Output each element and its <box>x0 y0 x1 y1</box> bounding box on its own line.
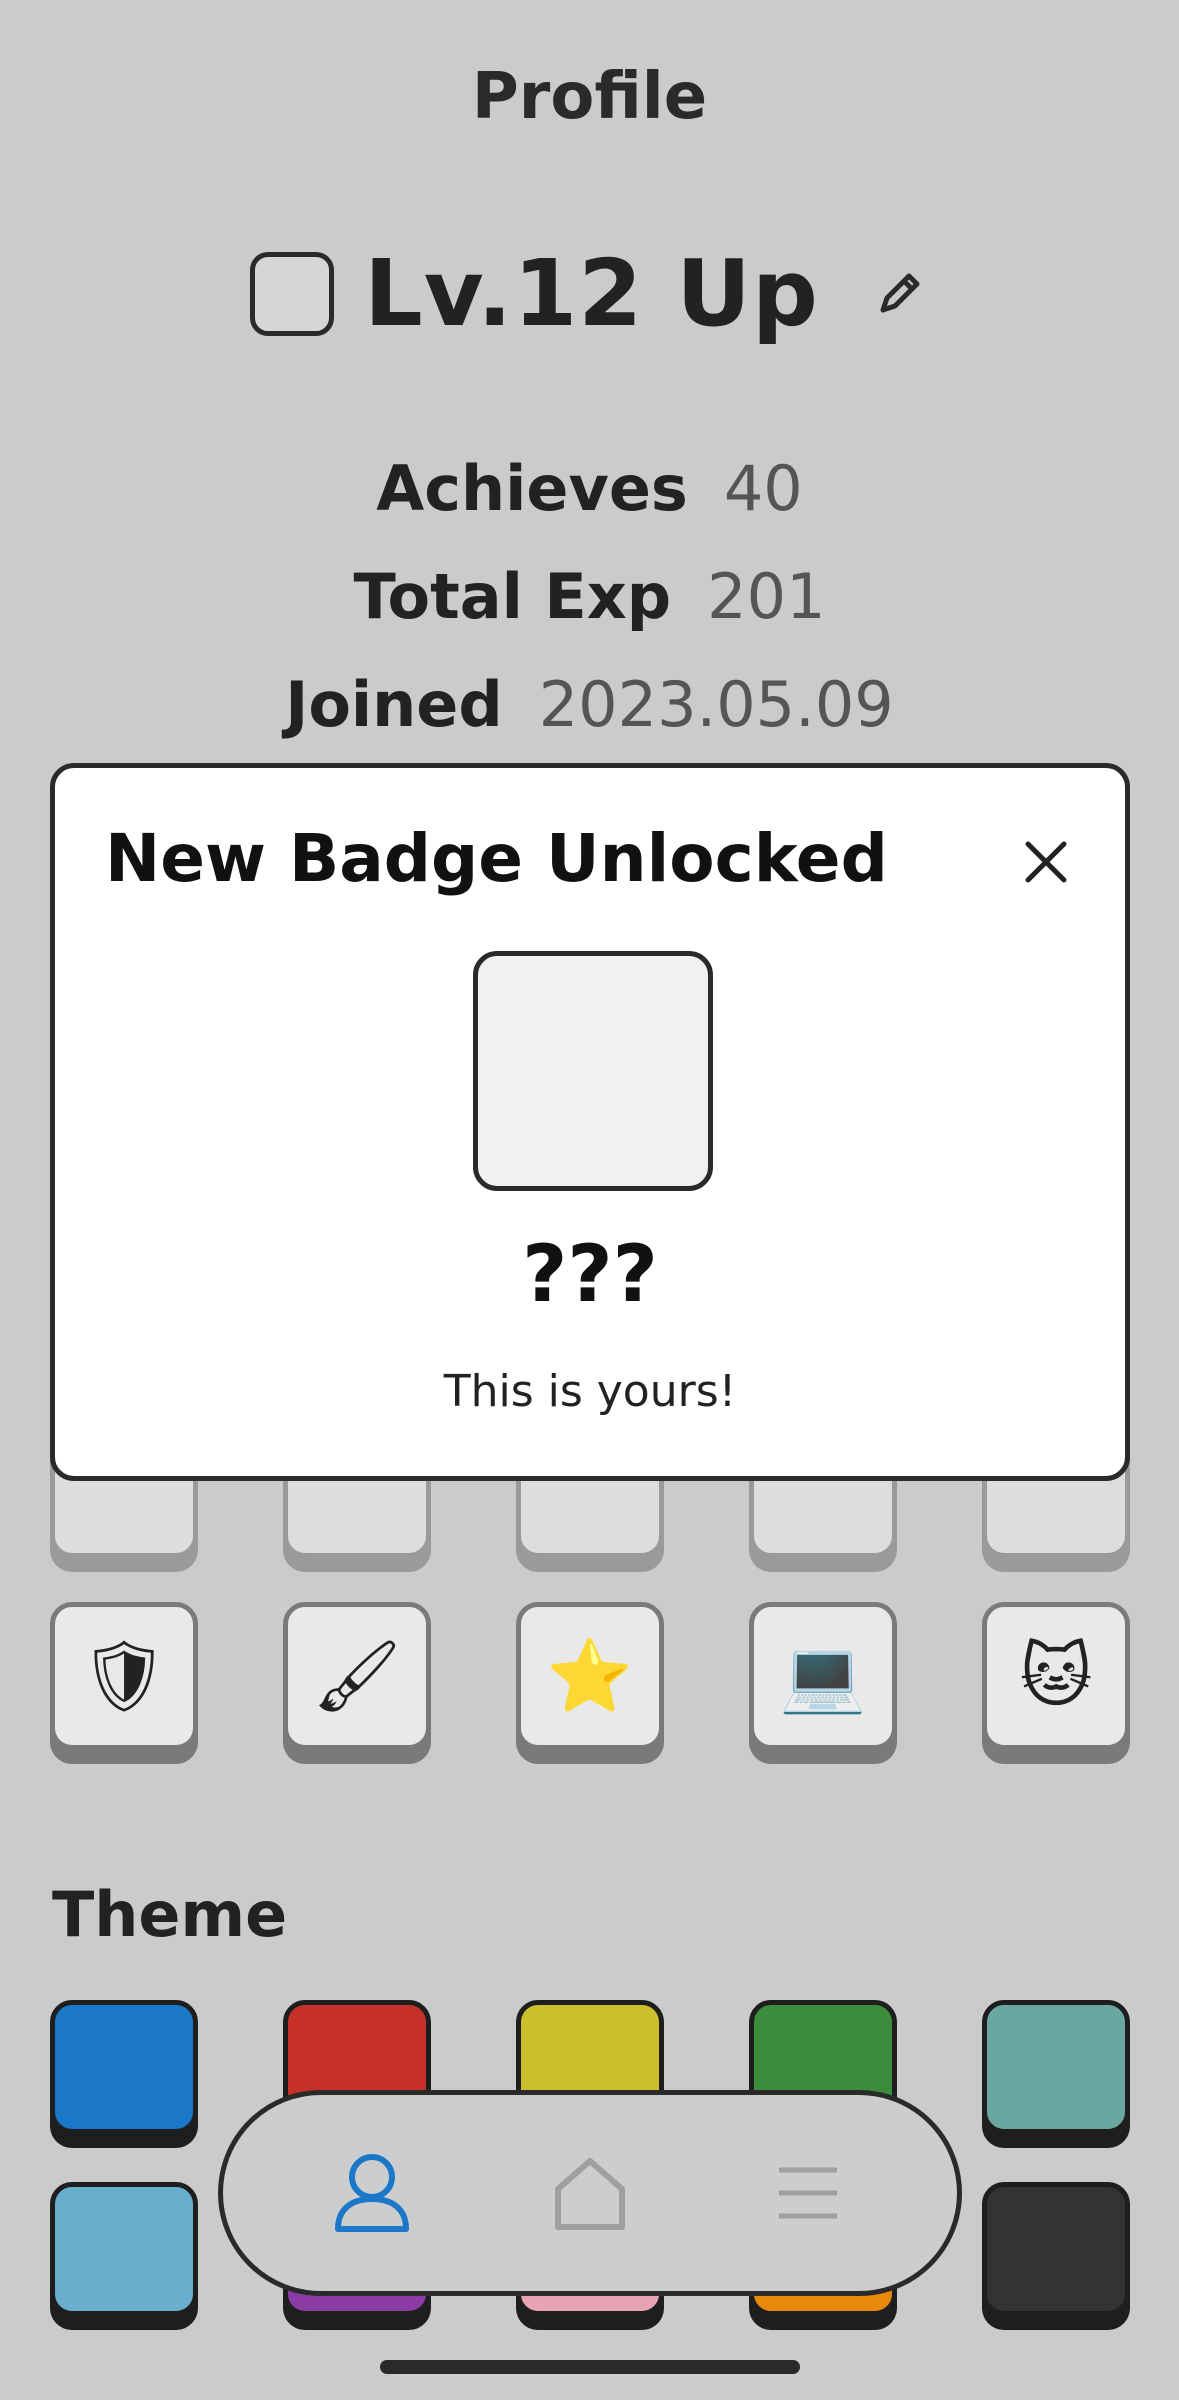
badge-glyph: 🐱 <box>1019 1635 1093 1717</box>
stat-joined: Joined 2023.05.09 <box>0 668 1179 741</box>
level-row: Lv.12 Up <box>0 240 1179 347</box>
badge-glyph: 🖌 <box>312 1634 402 1717</box>
close-icon[interactable] <box>1010 826 1082 898</box>
stat-value: 2023.05.09 <box>538 668 894 741</box>
stat-label: Achieves <box>376 452 688 525</box>
stat-value: 201 <box>707 560 826 633</box>
stat-label: Joined <box>285 668 503 741</box>
stat-value: 40 <box>723 452 803 525</box>
nav-menu[interactable] <box>753 2138 863 2248</box>
stat-achieves: Achieves 40 <box>0 452 1179 525</box>
nav-home[interactable] <box>535 2138 645 2248</box>
theme-swatch[interactable] <box>982 2000 1130 2134</box>
level-text: Lv.12 Up <box>364 240 819 347</box>
edit-pencil-icon[interactable] <box>869 264 929 324</box>
page-title: Profile <box>471 60 708 134</box>
modal-title: New Badge Unlocked <box>105 820 888 897</box>
badge-glyph: 💻 <box>779 1634 867 1717</box>
badge-description: This is yours! <box>443 1366 737 1417</box>
badge-unlocked-modal: New Badge Unlocked ??? This is yours! <box>50 763 1130 1481</box>
nav-profile[interactable] <box>317 2138 427 2248</box>
level-badge-box <box>250 251 335 336</box>
badge-glyph: 🛡 <box>79 1634 169 1717</box>
bottom-nav <box>218 2090 962 2296</box>
home-indicator[interactable] <box>380 2360 800 2374</box>
theme-swatch[interactable] <box>50 2182 198 2316</box>
stat-label: Total Exp <box>353 560 672 633</box>
stat-total-exp: Total Exp 201 <box>0 560 1179 633</box>
theme-swatch[interactable] <box>50 2000 198 2134</box>
badge-name: ??? <box>522 1230 658 1320</box>
hacker-laptop-icon[interactable]: 💻 <box>749 1602 897 1750</box>
home-icon <box>555 2158 625 2230</box>
theme-swatch[interactable] <box>982 2182 1130 2316</box>
cool-cat-icon[interactable]: 🐱 <box>982 1602 1130 1750</box>
menu-icon <box>779 2167 837 2219</box>
profile-icon <box>335 2154 409 2232</box>
blue-star-crest-icon[interactable]: 🛡 <box>50 1602 198 1750</box>
unlocked-badge-image <box>473 951 713 1191</box>
cool-star-icon[interactable]: ⭐ <box>516 1602 664 1750</box>
badge-glyph: ⭐ <box>546 1634 634 1717</box>
magic-brush-icon[interactable]: 🖌 <box>283 1602 431 1750</box>
theme-section-title: Theme <box>52 1878 288 1951</box>
